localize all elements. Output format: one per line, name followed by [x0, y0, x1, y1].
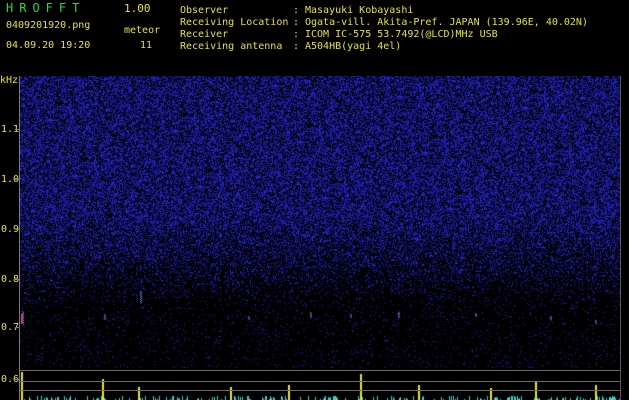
receiver-key: Receiver — [180, 29, 229, 40]
receiver-value: ICOM IC-575 53.7492(@LCD)MHz USB — [305, 29, 498, 40]
antenna-sep: : — [293, 41, 300, 52]
meteor-count: 11 — [140, 40, 153, 51]
observer-value: Masayuki Kobayashi — [305, 5, 414, 16]
y-tick-label: 1.0 — [1, 174, 20, 185]
y-tick-label: 0.9 — [1, 224, 20, 235]
spectrogram-display — [20, 76, 620, 368]
antenna-value: A504HB(yagi 4el) — [305, 41, 402, 52]
location-value: Ogata-vill. Akita-Pref. JAPAN (139.96E, … — [305, 17, 588, 28]
capture-datetime: 04.09.20 19:20 — [6, 40, 91, 51]
signal-level-trace — [20, 368, 620, 400]
receiver-sep: : — [293, 29, 300, 40]
y-tick-label: 0.6 — [1, 374, 20, 385]
app-version: 1.00 — [124, 2, 151, 15]
app-title: HROFFT — [6, 1, 86, 15]
meteor-label: meteor — [124, 25, 161, 36]
observer-key: Observer — [180, 5, 229, 16]
observer-sep: : — [293, 5, 300, 16]
location-key: Receiving Location — [180, 17, 289, 28]
y-tick-label: 1.1 — [1, 124, 20, 135]
y-tick-label: 0.7 — [1, 322, 20, 333]
file-name: 0409201920.png — [6, 20, 91, 31]
location-sep: : — [293, 17, 300, 28]
antenna-key: Receiving antenna — [180, 41, 283, 52]
y-tick-label: 0.8 — [1, 274, 20, 285]
unit-label: kHz — [0, 75, 19, 86]
